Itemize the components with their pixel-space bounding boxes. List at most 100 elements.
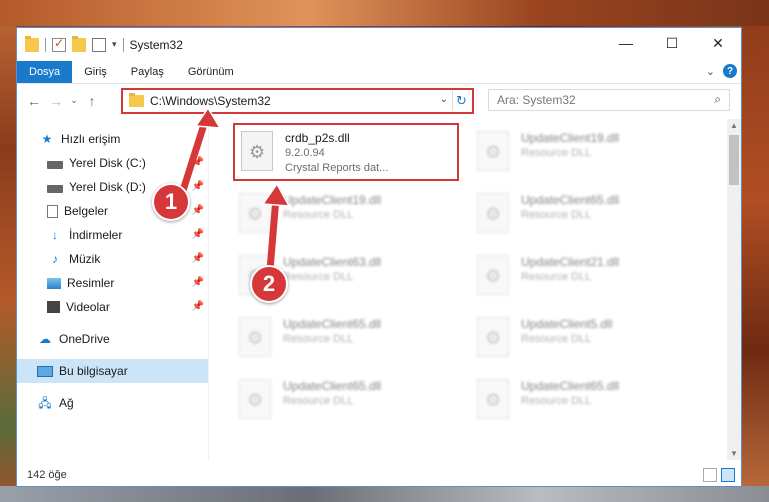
- file-item[interactable]: UpdateClient19.dll Resource DLL: [233, 187, 453, 247]
- address-row: ← → ⌄ ↑ C:\Windows\System32 ⌄ ↻ Ara: Sys…: [17, 83, 741, 117]
- file-name: UpdateClient65.dll: [521, 193, 620, 207]
- scroll-down-icon[interactable]: ▼: [730, 449, 738, 458]
- sidebar-item-music[interactable]: ♪ Müzik 📌: [17, 247, 208, 271]
- divider: [45, 37, 46, 52]
- file-description: Resource DLL: [283, 395, 354, 407]
- folder-icon: [129, 93, 144, 107]
- dll-file-icon: [477, 317, 509, 357]
- file-item[interactable]: UpdateClient65.dll Resource DLL: [471, 187, 691, 247]
- sidebar-item-label: Belgeler: [64, 204, 109, 218]
- pin-icon[interactable]: 📌: [192, 205, 204, 216]
- file-list: crdb_p2s.dll 9.2.0.94 Crystal Reports da…: [209, 119, 741, 460]
- sidebar-item-label: Müzik: [69, 252, 101, 266]
- file-name: UpdateClient65.dll: [283, 379, 382, 393]
- address-dropdown-chevron-icon[interactable]: ⌄: [440, 94, 448, 105]
- sidebar-item-network[interactable]: 🖧 Ağ: [17, 391, 208, 415]
- address-bar[interactable]: C:\Windows\System32 ⌄ ↻: [121, 88, 474, 114]
- file-description: Resource DLL: [521, 271, 592, 283]
- file-item[interactable]: UpdateClient21.dll Resource DLL: [471, 249, 691, 309]
- pin-icon[interactable]: 📌: [192, 253, 204, 264]
- refresh-icon[interactable]: ↻: [452, 91, 470, 111]
- file-item[interactable]: UpdateClient65.dll Resource DLL: [233, 311, 453, 371]
- tab-file[interactable]: Dosya: [17, 61, 73, 83]
- status-bar: 142 öğe: [17, 463, 741, 487]
- pin-icon[interactable]: 📌: [192, 181, 204, 192]
- search-placeholder: Ara: System32: [497, 93, 576, 107]
- dll-file-icon: [477, 379, 509, 419]
- file-description: Resource DLL: [521, 209, 592, 221]
- view-toggle: [703, 468, 735, 482]
- sidebar-item-quick-access[interactable]: ★ Hızlı erişim: [17, 127, 208, 151]
- file-explorer-window: ▾ System32 — ☐ ✕ Dosya Giriş Paylaş Görü…: [16, 27, 742, 487]
- search-input[interactable]: Ara: System32 ⌕: [488, 89, 730, 111]
- search-icon[interactable]: ⌕: [714, 92, 721, 107]
- file-item[interactable]: UpdateClient19.dll Resource DLL: [471, 125, 691, 185]
- file-name: UpdateClient21.dll: [521, 255, 620, 269]
- file-description: Resource DLL: [521, 333, 592, 345]
- rename-icon[interactable]: [92, 37, 106, 52]
- downloads-icon: ↓: [52, 228, 58, 242]
- file-item[interactable]: UpdateClient65.dll Resource DLL: [233, 373, 453, 433]
- step-badge-1: 1: [152, 183, 190, 221]
- file-name: UpdateClient65.dll: [521, 379, 620, 393]
- tab-share[interactable]: Paylaş: [119, 61, 176, 83]
- sidebar-item-label: Resimler: [67, 276, 115, 290]
- sidebar-item-local-disk-c[interactable]: Yerel Disk (C:) 📌: [17, 151, 208, 175]
- file-version: 9.2.0.94: [285, 147, 325, 159]
- new-folder-icon[interactable]: [72, 35, 86, 52]
- scroll-up-icon[interactable]: ▲: [730, 121, 738, 130]
- window-title: System32: [129, 37, 183, 52]
- pictures-icon: [47, 277, 61, 289]
- back-arrow-icon[interactable]: ←: [23, 93, 45, 109]
- sidebar-item-onedrive[interactable]: ☁ OneDrive: [17, 327, 208, 351]
- pin-icon[interactable]: 📌: [192, 157, 204, 168]
- sidebar-item-videos[interactable]: Videolar 📌: [17, 295, 208, 319]
- sidebar-item-this-pc[interactable]: Bu bilgisayar: [17, 359, 208, 383]
- maximize-button[interactable]: ☐: [649, 28, 695, 58]
- file-description: Crystal Reports dat...: [285, 162, 389, 174]
- sidebar-item-label: Bu bilgisayar: [59, 364, 128, 378]
- help-icon[interactable]: ?: [723, 64, 737, 78]
- forward-arrow-icon[interactable]: →: [45, 93, 67, 109]
- vertical-scrollbar[interactable]: ▲ ▼: [727, 119, 741, 460]
- sidebar-item-downloads[interactable]: ↓ İndirmeler 📌: [17, 223, 208, 247]
- tab-view[interactable]: Görünüm: [176, 61, 246, 83]
- scrollbar-thumb[interactable]: [729, 135, 739, 185]
- sidebar-item-label: OneDrive: [59, 332, 110, 346]
- dll-file-icon: [239, 379, 271, 419]
- main-content: ★ Hızlı erişim Yerel Disk (C:) 📌 Yerel D…: [17, 119, 741, 460]
- file-description: Resource DLL: [521, 395, 592, 407]
- documents-icon: [47, 204, 58, 218]
- file-description: Resource DLL: [283, 333, 354, 345]
- file-item[interactable]: UpdateClient65.dll Resource DLL: [471, 373, 691, 433]
- properties-check-icon[interactable]: [52, 36, 66, 52]
- file-item[interactable]: UpdateClient5.dll Resource DLL: [471, 311, 691, 371]
- dll-file-icon: [241, 131, 273, 171]
- sidebar-item-label: Yerel Disk (D:): [69, 180, 146, 194]
- file-name: UpdateClient19.dll: [283, 193, 382, 207]
- file-description: Resource DLL: [521, 147, 592, 159]
- recent-locations-chevron-icon[interactable]: ⌄: [67, 95, 81, 106]
- tiles-view-icon[interactable]: [721, 468, 735, 482]
- computer-icon: [37, 365, 53, 377]
- sidebar-item-label: İndirmeler: [69, 228, 123, 242]
- videos-icon: [47, 301, 60, 313]
- quick-access-toolbar: ▾: [17, 35, 124, 52]
- close-button[interactable]: ✕: [695, 28, 741, 58]
- pin-icon[interactable]: 📌: [192, 301, 204, 312]
- up-arrow-icon[interactable]: ↑: [81, 93, 103, 109]
- title-bar: ▾ System32 — ☐ ✕: [17, 28, 741, 61]
- pin-icon[interactable]: 📌: [192, 277, 204, 288]
- pin-icon[interactable]: 📌: [192, 229, 204, 240]
- details-view-icon[interactable]: [703, 468, 717, 482]
- tab-home[interactable]: Giriş: [72, 61, 119, 83]
- file-item-selected[interactable]: crdb_p2s.dll 9.2.0.94 Crystal Reports da…: [233, 123, 459, 181]
- file-description: Resource DLL: [283, 209, 354, 221]
- address-path[interactable]: C:\Windows\System32: [150, 94, 271, 108]
- expand-ribbon-icon[interactable]: ⌄: [706, 65, 715, 78]
- customize-chevron-icon[interactable]: ▾: [112, 39, 117, 50]
- minimize-button[interactable]: —: [603, 28, 649, 58]
- ribbon-tabs: Dosya Giriş Paylaş Görünüm ⌄ ?: [17, 61, 741, 83]
- sidebar-item-pictures[interactable]: Resimler 📌: [17, 271, 208, 295]
- file-name: UpdateClient65.dll: [283, 317, 382, 331]
